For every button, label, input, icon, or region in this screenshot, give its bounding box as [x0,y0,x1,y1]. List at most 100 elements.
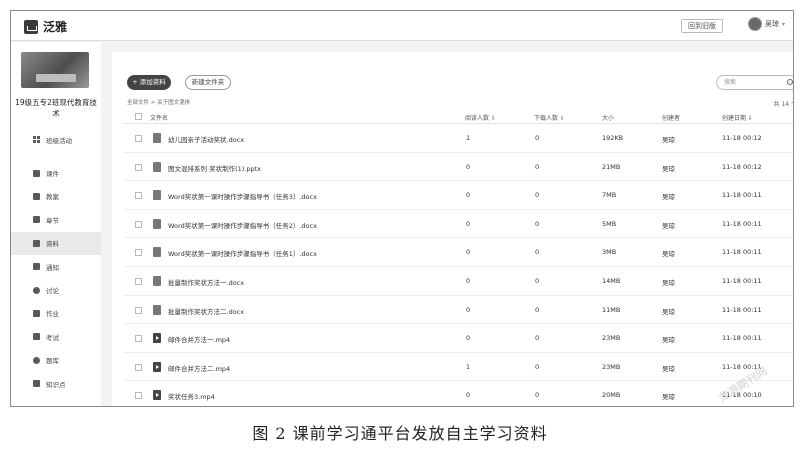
table-row[interactable]: Word奖状第一课时操作步骤指导书（任务1）.docx 0 0 3MB 吴琼 11-18 … [124,238,793,267]
avatar [748,17,762,31]
sidebar-item-7[interactable]: 作业 [11,302,101,325]
ppt-file-icon [153,161,161,172]
table-header: 文件名 阅读人数 ⇩ 下载人数 ⇩ 大小 创建者 创建日期 ⇩ [124,110,793,124]
word-file-icon [153,190,161,201]
file-name[interactable]: 批量制作奖状方法一.docx [168,277,244,287]
user-menu[interactable]: 吴琼 ▾ [748,17,785,31]
row-checkbox[interactable] [135,335,142,343]
search-icon[interactable] [787,79,793,85]
course-cover-image[interactable] [21,52,89,88]
logo-icon [24,19,38,34]
sidebar-item-9[interactable]: 题库 [11,349,101,372]
creator-name: 吴琼 [662,393,675,402]
chevron-down-icon: ▾ [782,20,786,28]
app-name: 泛雅 [43,20,68,34]
download-count: 0 [535,191,540,200]
table-row[interactable]: 幼儿园亲子活动奖状.docx 1 0 192KB 吴琼 11-18 00:12 [124,124,793,153]
table-row[interactable]: Word奖状第一课时操作步骤指导书（任务2）.docx 0 0 5MB 吴琼 11-18 … [124,210,793,239]
file-name[interactable]: 邮件合并方法一.mp4 [168,334,230,344]
sidebar: 19级五专2班现代教育技术 班级活动 课件 教案 章节 资料 通知 讨论 作业 考试 题库 知识点 [11,42,101,406]
app-logo[interactable]: 泛雅 [24,18,67,35]
row-checkbox[interactable] [135,363,142,371]
row-checkbox[interactable] [135,220,142,228]
word-file-icon [153,218,161,229]
created-date: 11-18 00:11 [722,248,762,257]
sidebar-item-8[interactable]: 考试 [11,325,101,348]
file-name[interactable]: 邮件合并方法二.mp4 [168,363,230,373]
table-row[interactable]: 奖状任务3.mp4 0 0 20MB 吴琼 11-18 00:10 [124,381,793,406]
download-count: 0 [535,162,540,171]
column-header-downloads[interactable]: 下载人数 ⇩ [534,113,565,122]
file-size: 23MB [602,362,621,371]
sidebar-item-label: 题库 [46,357,59,366]
sidebar-item-1[interactable]: 课件 [11,161,101,184]
search-placeholder: 搜索 [724,79,737,86]
creator-name: 吴琼 [662,278,675,287]
file-name[interactable]: 幼儿园亲子活动奖状.docx [168,134,244,144]
row-checkbox[interactable] [135,306,142,314]
file-name[interactable]: 奖状任务3.mp4 [168,391,215,401]
created-date: 11-18 00:11 [722,276,762,285]
table-row[interactable]: 批量制作奖状方法一.docx 0 0 14MB 吴琼 11-18 00:11 [124,267,793,296]
creator-name: 吴琼 [662,221,675,230]
new-folder-button[interactable]: 新建文件夹 [185,75,231,90]
download-count: 0 [535,276,540,285]
sidebar-item-label: 讨论 [46,287,59,296]
row-checkbox[interactable] [135,135,142,142]
file-name[interactable]: Word奖状第一课时操作步骤指导书（任务2）.docx [168,220,317,230]
speaker-icon [33,263,40,271]
top-bar: 泛雅 回到旧版 吴琼 ▾ [11,11,793,41]
file-size: 192KB [602,134,624,142]
sidebar-nav: 班级活动课件 教案 章节 资料 通知讨论作业 考试题库知识点 [11,128,101,395]
sidebar-item-4[interactable]: 资料 [11,231,101,255]
user-name: 吴琼 [765,20,779,28]
row-checkbox[interactable] [135,277,142,285]
creator-name: 吴琼 [662,193,675,202]
file-size: 23MB [602,334,621,343]
sidebar-item-5[interactable]: 通知 [11,255,101,278]
sidebar-item-3[interactable]: 章节 [11,208,101,231]
total-count: 共 14 个 [773,101,793,108]
word-file-icon [153,304,161,315]
table-row[interactable]: 邮件合并方法一.mp4 0 0 23MB 吴琼 11-18 00:11 [124,324,793,353]
table-row[interactable]: Word奖状第一课时操作步骤指导书（任务3）.docx 0 0 7MB 吴琼 11-18 … [124,181,793,210]
sidebar-item-10[interactable]: 知识点 [11,372,101,395]
pen-icon [33,309,40,317]
breadcrumb[interactable]: 全部文件 > 关于图文混排 [127,98,190,106]
created-date: 11-18 00:12 [722,162,762,171]
document-icon [33,169,40,177]
sidebar-item-2[interactable]: 教案 [11,185,101,208]
document-icon [33,192,40,200]
creator-name: 吴琼 [662,250,675,259]
sidebar-item-0[interactable]: 班级活动 [11,128,101,151]
row-checkbox[interactable] [135,192,142,200]
file-name[interactable]: 图文混排系列 奖状制作(1).pptx [168,163,261,173]
main-panel: + 添加资料 新建文件夹 搜索 全部文件 > 关于图文混排 共 14 个 文件名… [112,52,793,406]
table-row[interactable]: 图文混排系列 奖状制作(1).pptx 0 0 21MB 吴琼 11-18 00:12 [124,153,793,182]
search-input[interactable]: 搜索 [716,75,793,90]
column-header-size: 大小 [602,115,615,122]
download-count: 0 [535,248,540,257]
created-date: 11-18 00:11 [722,191,762,200]
file-name[interactable]: 批量制作奖状方法二.docx [168,306,244,316]
video-file-icon [153,361,161,372]
file-name[interactable]: Word奖状第一课时操作步骤指导书（任务1）.docx [168,248,317,258]
folder-icon [33,239,40,247]
row-checkbox[interactable] [135,392,142,400]
column-header-readers[interactable]: 阅读人数 ⇩ [465,113,496,122]
download-count: 0 [535,362,540,371]
download-count: 0 [535,334,540,343]
row-checkbox[interactable] [135,163,142,171]
add-material-button[interactable]: + 添加资料 [127,75,171,90]
table-row[interactable]: 批量制作奖状方法二.docx 0 0 11MB 吴琼 11-18 00:11 [124,296,793,325]
table-row[interactable]: 邮件合并方法二.mp4 1 0 23MB 吴琼 11-18 00:11 [124,353,793,382]
column-header-date[interactable]: 创建日期 ⇩ [722,113,753,122]
creator-name: 吴琼 [662,164,675,173]
return-old-version-button[interactable]: 回到旧版 [681,19,723,33]
row-checkbox[interactable] [135,249,142,257]
sidebar-item-6[interactable]: 讨论 [11,278,101,301]
select-all-checkbox[interactable] [135,113,142,120]
grid-icon [33,136,40,144]
file-name[interactable]: Word奖状第一课时操作步骤指导书（任务3）.docx [168,191,317,201]
video-file-icon [153,390,161,401]
